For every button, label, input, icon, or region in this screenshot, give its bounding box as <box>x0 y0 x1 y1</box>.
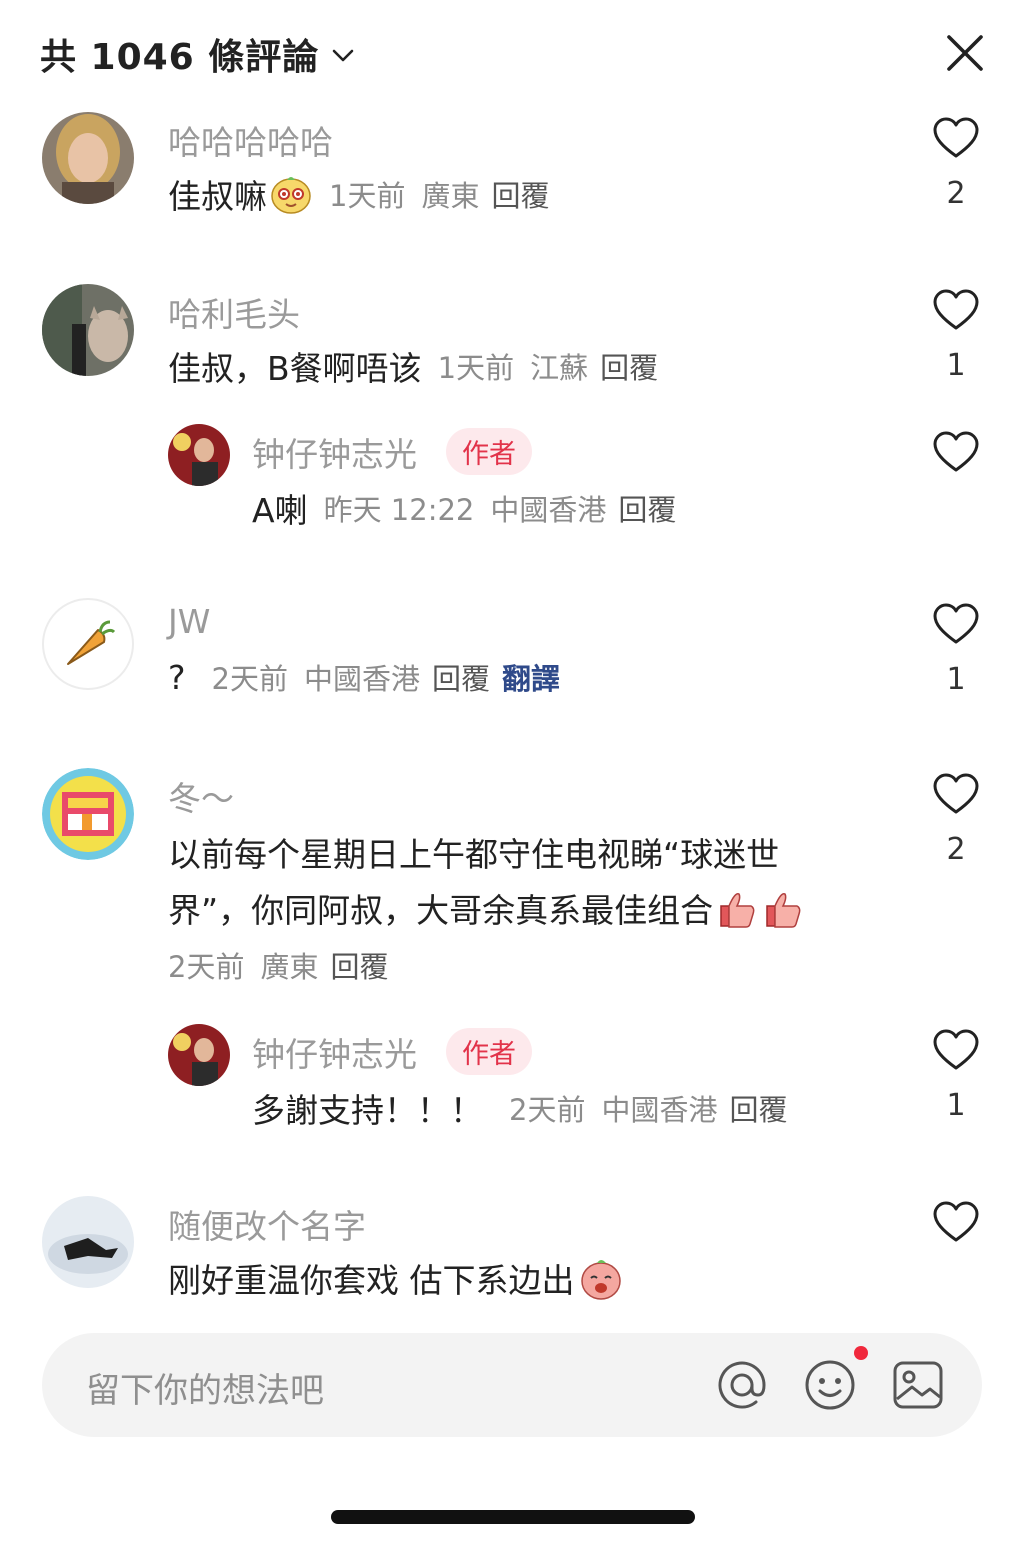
carrot-icon <box>67 620 116 665</box>
thumbs-up-emoji-icon <box>720 893 755 928</box>
comment-text: 多謝支持！！！ <box>252 1091 483 1130</box>
comment-time: 2天前 <box>509 1093 586 1127</box>
reply-button[interactable]: 回覆 <box>729 1087 787 1129</box>
author-badge: 作者 <box>446 1028 532 1075</box>
heart-outline-icon[interactable] <box>932 1200 980 1244</box>
comment-text: A喇 <box>252 491 308 530</box>
username[interactable]: 哈利毛头 <box>168 288 300 336</box>
avatar[interactable] <box>168 1024 230 1086</box>
reply-button[interactable]: 回覆 <box>600 345 658 387</box>
username[interactable]: 冬～ <box>168 772 234 820</box>
username[interactable]: 钟仔钟志光 <box>252 1028 417 1076</box>
comment-location: 廣東 <box>260 950 319 984</box>
comment-text: ? <box>168 657 186 697</box>
comment-line: 佳叔嘛 1天前 廣東 回覆 <box>168 170 549 218</box>
avatar[interactable] <box>168 424 230 486</box>
comment-location: 中國香港 <box>303 662 420 696</box>
translate-button[interactable]: 翻譯 <box>502 656 560 698</box>
smiley-icon[interactable] <box>802 1357 858 1413</box>
reply-button[interactable]: 回覆 <box>432 656 490 698</box>
comment-count-title: 共 1046 條評論 <box>40 37 320 78</box>
comment-time: 2天前 <box>211 662 288 696</box>
comment-text: 以前每个星期日上午都守住电视睇“球迷世 <box>168 835 780 874</box>
reply-button[interactable]: 回覆 <box>618 487 676 529</box>
comment-text: 佳叔，B餐啊唔该 <box>168 349 422 388</box>
comment-line: A喇 昨天 12:22 中國香港 回覆 <box>252 484 676 532</box>
at-icon[interactable] <box>714 1357 770 1413</box>
heart-outline-icon[interactable] <box>932 116 980 160</box>
thumbs-up-emoji-icon <box>766 893 801 928</box>
like-count: 2 <box>946 176 966 211</box>
heart-outline-icon[interactable] <box>932 1028 980 1072</box>
username[interactable]: JW <box>168 602 210 641</box>
sticker-emoji-icon <box>580 1260 621 1300</box>
comment-line: ? 2天前 中國香港 回覆 翻譯 <box>168 656 560 698</box>
notification-dot <box>854 1346 868 1360</box>
comment-input[interactable]: 留下你的想法吧 <box>86 1363 324 1412</box>
comment-meta-line: 2天前 廣東 回覆 <box>168 944 388 986</box>
comment-text: 刚好重温你套戏 估下系边出 <box>168 1261 575 1300</box>
comment-time: 昨天 12:22 <box>323 493 475 527</box>
comment-line: 刚好重温你套戏 估下系边出 <box>168 1254 625 1302</box>
comment-location: 中國香港 <box>490 493 607 527</box>
comment-line: 多謝支持！！！ 2天前 中國香港 回覆 <box>252 1084 787 1132</box>
like-count: 1 <box>946 348 966 383</box>
avatar[interactable] <box>42 284 134 376</box>
comment-time: 1天前 <box>437 351 515 385</box>
comment-location: 江蘇 <box>530 351 589 385</box>
heart-outline-icon[interactable] <box>932 430 980 474</box>
avatar[interactable] <box>42 598 134 690</box>
comment-line: 以前每个星期日上午都守住电视睇“球迷世 <box>168 828 779 876</box>
reply-button[interactable]: 回覆 <box>330 944 388 986</box>
comment-time: 1天前 <box>329 179 406 213</box>
username[interactable]: 哈哈哈哈哈 <box>168 116 333 164</box>
home-indicator <box>331 1510 695 1524</box>
chevron-down-icon <box>332 49 354 62</box>
comment-line: 佳叔，B餐啊唔该 1天前 江蘇 回覆 <box>168 342 658 390</box>
comments-sheet: 共 1046 條評論 哈哈哈哈哈 佳叔嘛 1天前 廣東 回覆 2 哈利毛头 佳叔… <box>0 0 1024 1546</box>
heart-outline-icon[interactable] <box>932 772 980 816</box>
comment-location: 中國香港 <box>601 1093 718 1127</box>
sticker-emoji-icon <box>271 177 311 214</box>
comments-header[interactable]: 共 1046 條評論 <box>40 28 355 80</box>
like-count: 1 <box>946 662 966 697</box>
avatar[interactable] <box>42 1196 134 1288</box>
heart-outline-icon[interactable] <box>932 602 980 646</box>
close-icon[interactable] <box>940 28 990 78</box>
like-count: 1 <box>946 1088 966 1123</box>
username[interactable]: 钟仔钟志光 <box>252 428 417 476</box>
image-icon[interactable] <box>890 1357 946 1413</box>
reply-button[interactable]: 回覆 <box>491 173 549 215</box>
comment-line: 界”，你同阿叔，大哥余真系最佳组合 <box>168 884 805 932</box>
author-badge: 作者 <box>446 428 532 475</box>
comment-time: 2天前 <box>168 950 245 984</box>
like-count: 2 <box>946 832 966 867</box>
avatar[interactable] <box>42 112 134 204</box>
username[interactable]: 随便改个名字 <box>168 1200 366 1248</box>
comment-location: 廣東 <box>421 179 480 213</box>
comment-input-bar[interactable]: 留下你的想法吧 <box>42 1333 982 1437</box>
heart-outline-icon[interactable] <box>932 288 980 332</box>
comment-text: 佳叔嘛 <box>168 177 267 216</box>
comment-text: 界”，你同阿叔，大哥余真系最佳组合 <box>168 891 714 930</box>
avatar[interactable] <box>42 768 134 860</box>
